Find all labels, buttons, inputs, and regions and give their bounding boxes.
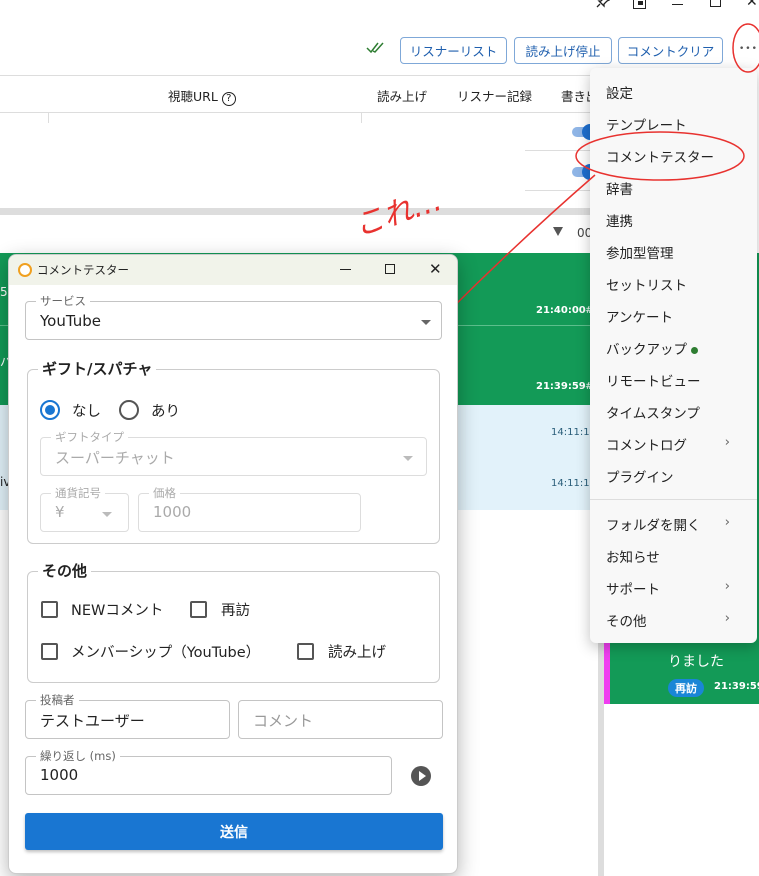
currency-value: ¥ — [55, 503, 65, 521]
gift-group: ギフト/スパチャ なし あり ギフトタイプ スーパーチャット 通貨記号 ¥ 価格… — [27, 358, 440, 544]
author-value: テストユーザー — [40, 712, 145, 730]
minimize-icon[interactable] — [340, 269, 351, 270]
repeat-value: 1000 — [40, 766, 79, 784]
comment-input[interactable]: コメント — [238, 700, 443, 739]
chevron-down-icon — [403, 456, 413, 461]
dialog-title: コメントテスター — [37, 263, 129, 277]
author-input[interactable]: 投稿者 テストユーザー — [25, 692, 230, 739]
new-comment-checkbox[interactable] — [41, 601, 58, 618]
dialog-titlebar[interactable]: コメントテスター ✕ — [9, 255, 457, 285]
other-title: その他 — [38, 560, 92, 581]
currency-select[interactable]: 通貨記号 ¥ — [40, 485, 129, 532]
repeat-input[interactable]: 繰り返し (ms) 1000 — [25, 748, 392, 795]
chevron-down-icon — [102, 512, 112, 517]
radio-yes[interactable] — [119, 400, 139, 420]
annotation-circle — [732, 23, 759, 73]
radio-none-label: なし — [72, 404, 101, 420]
annotation-arrow — [444, 174, 596, 316]
repeat-label: 繰り返し (ms) — [36, 748, 120, 764]
membership-checkbox[interactable] — [41, 643, 58, 660]
service-label: サービス — [36, 293, 90, 309]
other-group: その他 NEWコメント 再訪 メンバーシップ（YouTube） 読み上げ — [27, 560, 440, 683]
maximize-icon[interactable] — [385, 264, 395, 274]
app-icon — [18, 263, 32, 277]
new-comment-label: NEWコメント — [71, 603, 164, 619]
send-button[interactable]: 送信 — [25, 813, 443, 850]
radio-none[interactable] — [40, 400, 60, 420]
gift-type-value: スーパーチャット — [55, 449, 175, 467]
price-value: 1000 — [153, 503, 192, 521]
gift-title: ギフト/スパチャ — [38, 358, 157, 379]
service-select[interactable]: サービス YouTube — [25, 293, 442, 340]
gift-type-select[interactable]: ギフトタイプ スーパーチャット — [40, 429, 427, 476]
revisit-label: 再訪 — [221, 603, 250, 619]
price-label: 価格 — [149, 485, 180, 501]
play-icon[interactable] — [411, 766, 431, 786]
annotation-circle — [575, 131, 745, 181]
revisit-checkbox[interactable] — [190, 601, 207, 618]
gift-type-label: ギフトタイプ — [51, 429, 128, 445]
read-aloud-checkbox[interactable] — [297, 643, 314, 660]
chevron-down-icon — [421, 320, 431, 325]
comment-tester-dialog: コメントテスター ✕ サービス YouTube ギフト/スパチャ なし あり ギ… — [8, 254, 458, 874]
close-icon[interactable]: ✕ — [429, 260, 442, 278]
currency-label: 通貨記号 — [51, 485, 105, 501]
comment-placeholder: コメント — [253, 712, 314, 730]
service-value: YouTube — [40, 312, 101, 330]
read-aloud-label: 読み上げ — [328, 645, 386, 661]
price-input[interactable]: 価格 1000 — [138, 485, 361, 532]
author-label: 投稿者 — [36, 692, 79, 708]
radio-yes-label: あり — [151, 404, 180, 420]
membership-label: メンバーシップ（YouTube） — [71, 645, 261, 661]
